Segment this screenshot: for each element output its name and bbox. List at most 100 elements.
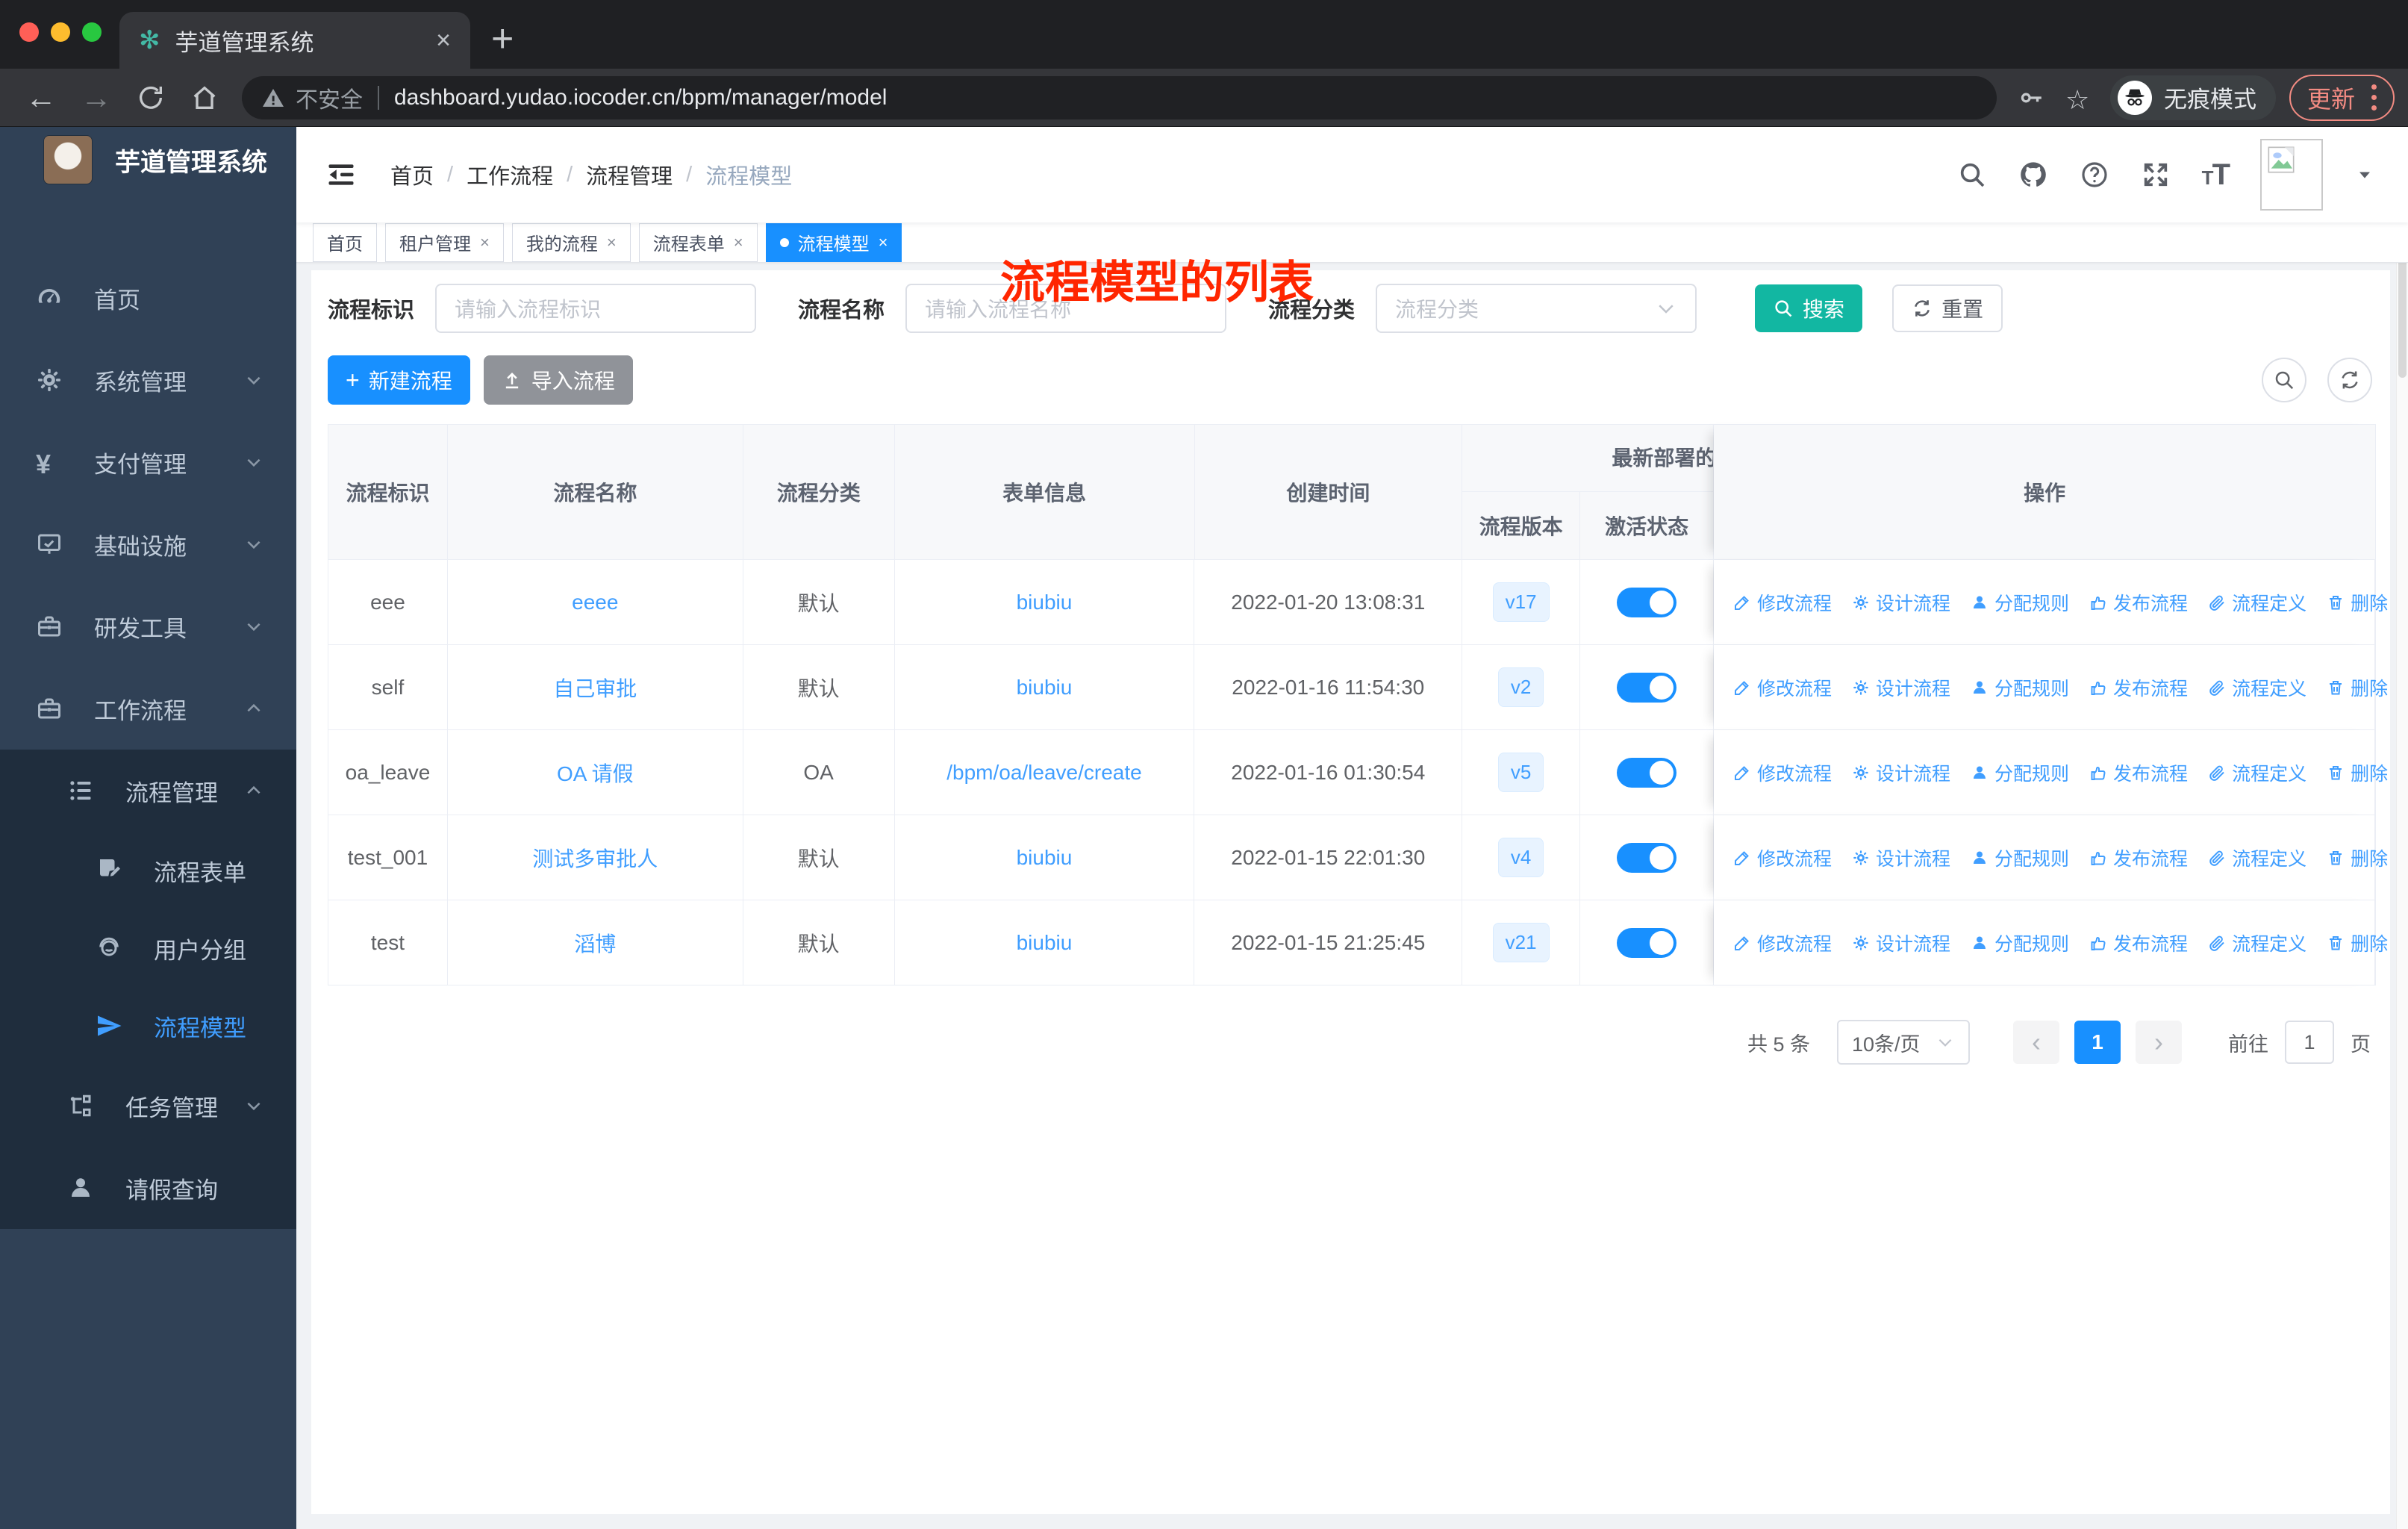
action-publish-process[interactable]: 发布流程 xyxy=(2089,674,2188,701)
action-edit-process[interactable]: 修改流程 xyxy=(1733,759,1832,786)
sidebar-item-devtools[interactable]: 研发工具 xyxy=(0,585,296,667)
prev-page-button[interactable]: ‹ xyxy=(2013,1021,2059,1064)
close-icon[interactable]: × xyxy=(480,233,490,252)
action-assign-rule[interactable]: 分配规则 xyxy=(1971,674,2069,701)
close-window-button[interactable] xyxy=(19,22,39,42)
sidebar-item-payment[interactable]: ¥ 支付管理 xyxy=(0,421,296,503)
form-info-link[interactable]: biubiu xyxy=(1017,676,1073,700)
create-process-button[interactable]: + 新建流程 xyxy=(328,355,470,405)
active-status-toggle[interactable] xyxy=(1617,757,1677,788)
forward-button[interactable]: → xyxy=(81,80,112,116)
action-assign-rule[interactable]: 分配规则 xyxy=(1971,589,2069,616)
action-process-definition[interactable]: 流程定义 xyxy=(2208,844,2306,871)
sidebar-item-task-mgmt[interactable]: 任务管理 xyxy=(0,1065,296,1147)
sidebar-item-process-model[interactable]: 流程模型 xyxy=(0,987,296,1065)
process-id-input[interactable]: 请输入流程标识 xyxy=(435,284,757,333)
active-status-toggle[interactable] xyxy=(1617,587,1677,617)
action-edit-process[interactable]: 修改流程 xyxy=(1733,589,1832,616)
sidebar-item-user-group[interactable]: 用户分组 xyxy=(0,909,296,987)
process-name-link[interactable]: 滔博 xyxy=(574,928,616,958)
action-process-definition[interactable]: 流程定义 xyxy=(2208,674,2306,701)
action-delete[interactable]: 删除 xyxy=(2327,759,2388,786)
process-name-link[interactable]: eeee xyxy=(572,591,618,614)
action-delete[interactable]: 删除 xyxy=(2327,674,2388,701)
sidebar-logo-row[interactable]: 芋道管理系统 xyxy=(0,127,296,193)
sidebar-item-home[interactable]: 首页 xyxy=(0,257,296,339)
collapse-sidebar-icon[interactable] xyxy=(325,158,358,191)
sidebar-item-system[interactable]: 系统管理 xyxy=(0,339,296,421)
form-info-link[interactable]: biubiu xyxy=(1017,591,1073,614)
action-delete[interactable]: 删除 xyxy=(2327,589,2388,616)
close-icon[interactable]: × xyxy=(607,233,617,252)
help-icon[interactable] xyxy=(2080,160,2109,190)
sidebar-item-infra[interactable]: 基础设施 xyxy=(0,503,296,585)
close-icon[interactable]: × xyxy=(734,233,743,252)
reset-button[interactable]: 重置 xyxy=(1892,284,2003,332)
action-design-process[interactable]: 设计流程 xyxy=(1852,759,1950,786)
action-publish-process[interactable]: 发布流程 xyxy=(2089,589,2188,616)
current-page-button[interactable]: 1 xyxy=(2074,1021,2121,1064)
sidebar-item-leave-query[interactable]: 请假查询 xyxy=(0,1147,296,1229)
action-design-process[interactable]: 设计流程 xyxy=(1852,674,1950,701)
address-bar[interactable]: 不安全 dashboard.yudao.iocoder.cn/bpm/manag… xyxy=(242,75,1997,119)
close-icon[interactable]: × xyxy=(879,233,888,252)
form-info-link[interactable]: biubiu xyxy=(1017,931,1073,955)
bookmark-star-icon[interactable]: ☆ xyxy=(2065,84,2092,115)
zoom-window-button[interactable] xyxy=(82,22,102,42)
action-process-definition[interactable]: 流程定义 xyxy=(2208,929,2306,956)
new-tab-button[interactable]: + xyxy=(491,16,514,61)
sidebar-item-process-form[interactable]: 流程表单 xyxy=(0,832,296,909)
back-button[interactable]: ← xyxy=(25,80,57,116)
tag-tab-my-process[interactable]: 我的流程 × xyxy=(511,222,631,262)
caret-down-icon[interactable] xyxy=(2354,164,2375,185)
form-info-link[interactable]: /bpm/oa/leave/create xyxy=(946,761,1142,785)
home-button[interactable] xyxy=(190,83,219,113)
process-name-link[interactable]: OA 请假 xyxy=(557,758,634,788)
search-icon[interactable] xyxy=(1957,160,1987,190)
action-edit-process[interactable]: 修改流程 xyxy=(1733,674,1832,701)
password-key-icon[interactable] xyxy=(2018,84,2044,111)
font-size-icon[interactable]: TT xyxy=(2202,158,2230,192)
active-status-toggle[interactable] xyxy=(1617,927,1677,958)
browser-menu-icon[interactable] xyxy=(2371,84,2377,110)
process-name-link[interactable]: 测试多审批人 xyxy=(532,843,658,873)
goto-page-input[interactable]: 1 xyxy=(2285,1021,2334,1064)
reload-button[interactable] xyxy=(136,83,166,113)
action-assign-rule[interactable]: 分配规则 xyxy=(1971,844,2069,871)
window-controls[interactable] xyxy=(19,22,102,42)
active-status-toggle[interactable] xyxy=(1617,842,1677,873)
tag-tab-tenant[interactable]: 租户管理 × xyxy=(385,222,504,262)
action-publish-process[interactable]: 发布流程 xyxy=(2089,929,2188,956)
avatar[interactable] xyxy=(2260,139,2323,211)
sidebar-item-workflow[interactable]: 工作流程 xyxy=(0,667,296,750)
page-size-select[interactable]: 10条/页 xyxy=(1837,1020,1970,1065)
action-edit-process[interactable]: 修改流程 xyxy=(1733,844,1832,871)
page-scrollbar[interactable] xyxy=(2396,127,2408,1529)
toggle-search-button[interactable] xyxy=(2262,358,2306,402)
category-select[interactable]: 流程分类 xyxy=(1376,284,1697,333)
tag-tab-home[interactable]: 首页 xyxy=(313,222,377,262)
close-tab-icon[interactable]: × xyxy=(436,26,451,55)
refresh-table-button[interactable] xyxy=(2327,358,2372,402)
fullscreen-icon[interactable] xyxy=(2141,160,2171,190)
action-publish-process[interactable]: 发布流程 xyxy=(2089,844,2188,871)
action-design-process[interactable]: 设计流程 xyxy=(1852,844,1950,871)
action-design-process[interactable]: 设计流程 xyxy=(1852,929,1950,956)
action-process-definition[interactable]: 流程定义 xyxy=(2208,759,2306,786)
browser-update-button[interactable]: 更新 xyxy=(2289,74,2395,121)
breadcrumb-process-mgmt[interactable]: 流程管理 xyxy=(586,159,673,190)
action-process-definition[interactable]: 流程定义 xyxy=(2208,589,2306,616)
github-icon[interactable] xyxy=(2018,160,2048,190)
breadcrumb-workflow[interactable]: 工作流程 xyxy=(467,159,553,190)
action-delete[interactable]: 删除 xyxy=(2327,929,2388,956)
form-info-link[interactable]: biubiu xyxy=(1017,846,1073,870)
minimize-window-button[interactable] xyxy=(51,22,70,42)
action-delete[interactable]: 删除 xyxy=(2327,844,2388,871)
sidebar-item-process-mgmt[interactable]: 流程管理 xyxy=(0,750,296,832)
tag-tab-process-form[interactable]: 流程表单 × xyxy=(638,222,758,262)
action-assign-rule[interactable]: 分配规则 xyxy=(1971,759,2069,786)
tag-tab-process-model[interactable]: 流程模型 × xyxy=(765,222,902,262)
action-assign-rule[interactable]: 分配规则 xyxy=(1971,929,2069,956)
action-publish-process[interactable]: 发布流程 xyxy=(2089,759,2188,786)
action-edit-process[interactable]: 修改流程 xyxy=(1733,929,1832,956)
